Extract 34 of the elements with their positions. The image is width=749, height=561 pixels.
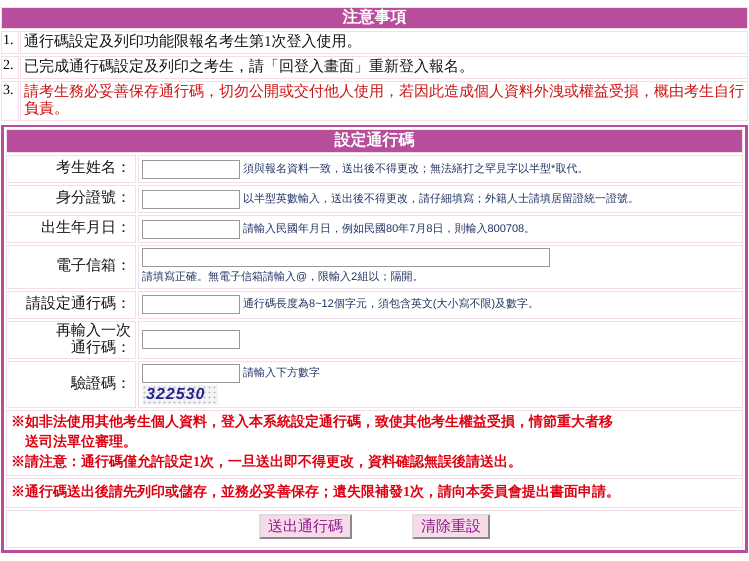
field-hint: 須與報名資料一致，送出後不得更改；無法繕打之罕見字以半型*取代。 bbox=[243, 162, 588, 176]
notice-text: 通行碼設定及列印功能限報名考生第1次登入使用。 bbox=[24, 34, 362, 50]
input-field[interactable] bbox=[142, 220, 240, 238]
form-title: 設定通行碼 bbox=[6, 129, 743, 153]
input-field[interactable] bbox=[142, 330, 240, 350]
field-hint: 以半型英數輸入，送出後不得更改，請仔細填寫；外籍人士請填居留證統一證號。 bbox=[243, 192, 639, 206]
field-label: 出生年月日： bbox=[41, 220, 131, 238]
input-field[interactable] bbox=[142, 248, 550, 267]
warning-text: ※如非法使用其他考生個人資料，登入本系統設定通行碼，致使其他考生權益受損，情節重大者移送司法單位審理。 bbox=[11, 413, 614, 452]
input-field[interactable] bbox=[142, 160, 240, 178]
notice-title: 注意事項 bbox=[1, 7, 748, 29]
input-field[interactable] bbox=[142, 190, 240, 208]
notice-text: 請考生務必妥善保存通行碼，切勿公開或交付他人使用，若因此造成個人資料外洩或權益受損，概由考生自行負責。 bbox=[24, 84, 744, 117]
warning-text: ※請注意：通行碼僅允許設定1次，一旦送出即不得更改，資料確認無誤後請送出。 bbox=[11, 453, 523, 472]
field-label: 驗證碼： bbox=[71, 376, 131, 393]
field-hint: 請輸入民國年月日，例如民國80年7月8日，則輸入800708。 bbox=[243, 222, 536, 236]
field-label: 再輸入一次 通行碼： bbox=[56, 322, 131, 357]
field-label: 身分證號： bbox=[56, 190, 131, 208]
field-label: 電子信箱： bbox=[56, 258, 131, 276]
field-hint: 通行碼長度為8~12個字元，須包含英文(大小寫不限)及數字。 bbox=[243, 298, 540, 312]
notice-text: 已完成通行碼設定及列印之考生，請「回登入畫面」重新登入報名。 bbox=[24, 59, 474, 75]
form-button[interactable]: 送出通行碼 bbox=[259, 514, 352, 540]
input-field[interactable] bbox=[142, 364, 240, 384]
item-number: 3. bbox=[3, 83, 14, 98]
warning-text: ※通行碼送出後請先列印或儲存，並務必妥善保存；遺失限補發1次，請向本委員會提出書面申請。 bbox=[11, 483, 621, 502]
field-label: 請設定通行碼： bbox=[26, 296, 131, 314]
captcha-code: 322530 bbox=[142, 385, 218, 406]
field-label: 考生姓名： bbox=[56, 160, 131, 178]
item-number: 2. bbox=[3, 58, 14, 73]
field-hint: 請輸入下方數字 bbox=[243, 367, 320, 380]
form-button[interactable]: 清除重設 bbox=[412, 514, 490, 540]
input-field[interactable] bbox=[142, 295, 240, 314]
field-hint: 請填寫正確。無電子信箱請輸入@，限輸入2組以；隔開。 bbox=[142, 271, 424, 284]
item-number: 1. bbox=[3, 33, 14, 48]
